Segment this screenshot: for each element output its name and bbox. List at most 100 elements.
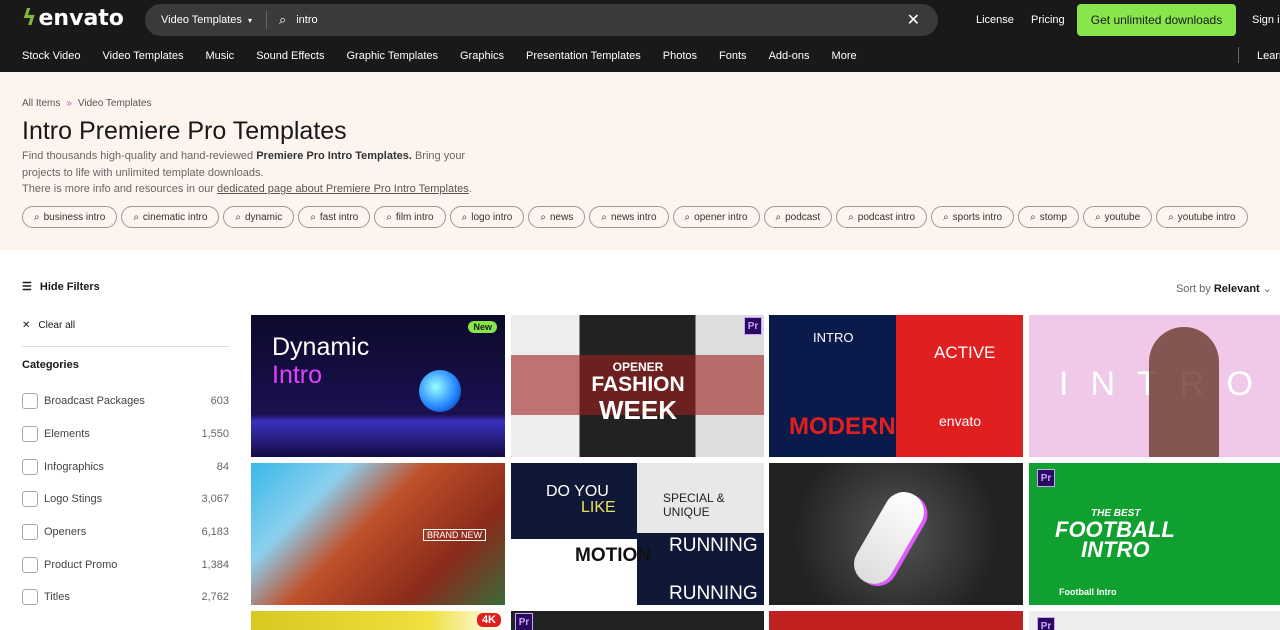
sign-in-link[interactable]: Sign in <box>1252 14 1280 26</box>
item-thumbnail[interactable] <box>769 463 1023 605</box>
item-thumbnail[interactable]: OPENER FASHION WEEK Pr <box>511 315 764 457</box>
tag-chip[interactable]: ⌕ youtube intro <box>1156 206 1248 228</box>
item-thumbnail[interactable]: Pr <box>511 611 764 630</box>
category-label: Titles <box>44 591 70 604</box>
nav-item[interactable]: Fonts <box>719 50 747 62</box>
thumb-title-4: MOTION <box>575 545 651 566</box>
item-thumbnail[interactable]: INTRO ACTIVE envato MODERN <box>769 315 1023 457</box>
filters-sidebar: ☰ Hide Filters ✕ Clear all Categories Broa… <box>22 280 229 614</box>
tag-label: podcast intro <box>857 211 916 223</box>
tag-label: news <box>549 211 574 223</box>
category-label: Openers <box>44 526 87 539</box>
tag-chip[interactable]: ⌕ opener intro <box>672 206 760 228</box>
tag-chip[interactable]: ⌕ news intro <box>589 206 669 228</box>
category-filter[interactable]: Elements 1,550 <box>22 418 229 451</box>
tag-chip[interactable]: ⌕ stomp <box>1018 206 1079 228</box>
get-unlimited-downloads-button[interactable]: Get unlimited downloads <box>1077 4 1236 36</box>
checkbox[interactable] <box>22 491 38 508</box>
search-category-select[interactable]: Video Templates ▾ <box>145 11 267 29</box>
nav-learn[interactable]: Learn <box>1257 50 1280 62</box>
nav-item[interactable]: Sound Effects <box>256 50 324 62</box>
category-label: Broadcast Packages <box>44 395 145 408</box>
nav-item[interactable]: Video Templates <box>103 50 184 62</box>
tag-chip[interactable]: ⌕ sports intro <box>931 206 1015 228</box>
dedicated-page-link[interactable]: dedicated page about Premiere Pro Intro … <box>217 183 469 195</box>
search-icon: ⌕ <box>775 211 782 223</box>
premiere-pro-badge: Pr <box>1037 617 1055 630</box>
premiere-pro-badge: Pr <box>1037 469 1055 487</box>
checkbox[interactable] <box>22 426 38 443</box>
tag-label: youtube intro <box>1177 211 1236 223</box>
pricing-link[interactable]: Pricing <box>1031 14 1065 26</box>
clear-search-icon[interactable]: ✕ <box>907 10 920 30</box>
clear-all-button[interactable]: ✕ Clear all <box>22 320 229 331</box>
item-thumbnail[interactable]: Pr <box>1029 611 1280 630</box>
tag-chip[interactable]: ⌕ podcast <box>763 206 833 228</box>
desc-text-3: There is more info and resources in our <box>22 183 218 195</box>
sort-dropdown[interactable]: Sort by Relevant ⌄ <box>1176 282 1272 295</box>
nav-divider <box>1238 47 1239 63</box>
tag-chip[interactable]: ⌕ fast intro <box>298 206 371 228</box>
thumb-title-3: SPECIAL & UNIQUE <box>663 491 725 519</box>
thumb-title: INTRO <box>813 330 854 345</box>
thumb-title-6: RUNNING <box>669 583 758 604</box>
nav-item[interactable]: Stock Video <box>22 50 81 62</box>
tag-chip[interactable]: ⌕ business intro <box>22 206 118 228</box>
tag-label: cinematic intro <box>142 211 208 223</box>
nav-item[interactable]: More <box>832 50 857 62</box>
category-filter[interactable]: Openers 6,183 <box>22 516 229 549</box>
tag-label: fast intro <box>319 211 359 223</box>
search-icon: ⌕ <box>1094 211 1101 223</box>
item-thumbnail[interactable]: DO YOU LIKE SPECIAL & UNIQUE MOTION RUNN… <box>511 463 764 605</box>
nav-item[interactable]: Graphics <box>460 50 504 62</box>
checkbox[interactable] <box>22 393 38 410</box>
nav-item[interactable]: Music <box>205 50 234 62</box>
hide-filters-label: Hide Filters <box>39 280 100 293</box>
breadcrumb-video-templates[interactable]: Video Templates <box>78 98 152 109</box>
tag-chip[interactable]: ⌕ cinematic intro <box>121 206 220 228</box>
category-label: Product Promo <box>44 558 118 571</box>
envato-logo[interactable]: ϟ envato <box>22 6 124 31</box>
item-thumbnail[interactable] <box>769 611 1023 630</box>
category-filter[interactable]: Product Promo 1,384 <box>22 548 229 581</box>
checkbox[interactable] <box>22 556 38 573</box>
page-title: Intro Premiere Pro Templates <box>22 117 347 145</box>
category-count: 1,550 <box>201 428 229 441</box>
checkbox[interactable] <box>22 458 38 475</box>
license-link[interactable]: License <box>976 14 1014 26</box>
hide-filters-button[interactable]: ☰ Hide Filters <box>22 280 229 294</box>
checkbox[interactable] <box>22 524 38 541</box>
category-filter[interactable]: Infographics 84 <box>22 450 229 483</box>
tag-chip[interactable]: ⌕ youtube <box>1082 206 1153 228</box>
breadcrumb-all-items[interactable]: All Items <box>22 98 60 109</box>
tag-chip[interactable]: ⌕ dynamic <box>223 206 295 228</box>
tag-chip[interactable]: ⌕ film intro <box>374 206 446 228</box>
item-thumbnail[interactable]: BRAND NEW <box>251 463 505 605</box>
search-icon: ⌕ <box>386 211 392 223</box>
category-nav: Stock Video Video Templates Music Sound Eff… <box>0 50 857 62</box>
search-input[interactable]: intro <box>296 14 317 26</box>
tag-chip[interactable]: ⌕ podcast intro <box>836 206 928 228</box>
chevron-down-icon: ⌄ <box>1262 283 1272 295</box>
item-thumbnail[interactable]: INTRO <box>1029 315 1280 457</box>
nav-item[interactable]: Photos <box>663 50 697 62</box>
tag-chip[interactable]: ⌕ news <box>528 206 586 228</box>
nav-item[interactable]: Graphic Templates <box>346 50 438 62</box>
category-filter[interactable]: Logo Stings 3,067 <box>22 483 229 516</box>
premiere-pro-badge: Pr <box>515 613 533 630</box>
search-icon: ⌕ <box>601 211 607 223</box>
category-count: 6,183 <box>201 526 229 539</box>
search-bar[interactable]: Video Templates ▾ ⌕ intro ✕ <box>145 4 938 36</box>
thumb-title-3: INTRO <box>1081 537 1150 562</box>
tag-chip[interactable]: ⌕ logo intro <box>449 206 525 228</box>
nav-item[interactable]: Presentation Templates <box>526 50 641 62</box>
category-filter[interactable]: Broadcast Packages 603 <box>22 385 229 418</box>
category-label: Logo Stings <box>44 493 103 506</box>
search-icon: ⌕ <box>1168 211 1174 223</box>
item-thumbnail[interactable]: 4K <box>251 611 505 630</box>
category-filter[interactable]: Titles 2,762 <box>22 581 229 614</box>
nav-item[interactable]: Add-ons <box>769 50 810 62</box>
checkbox[interactable] <box>22 589 38 606</box>
item-thumbnail[interactable]: THE BEST FOOTBALL INTRO Football Intro P… <box>1029 463 1280 605</box>
item-thumbnail[interactable]: Dynamic Intro New <box>251 315 505 457</box>
